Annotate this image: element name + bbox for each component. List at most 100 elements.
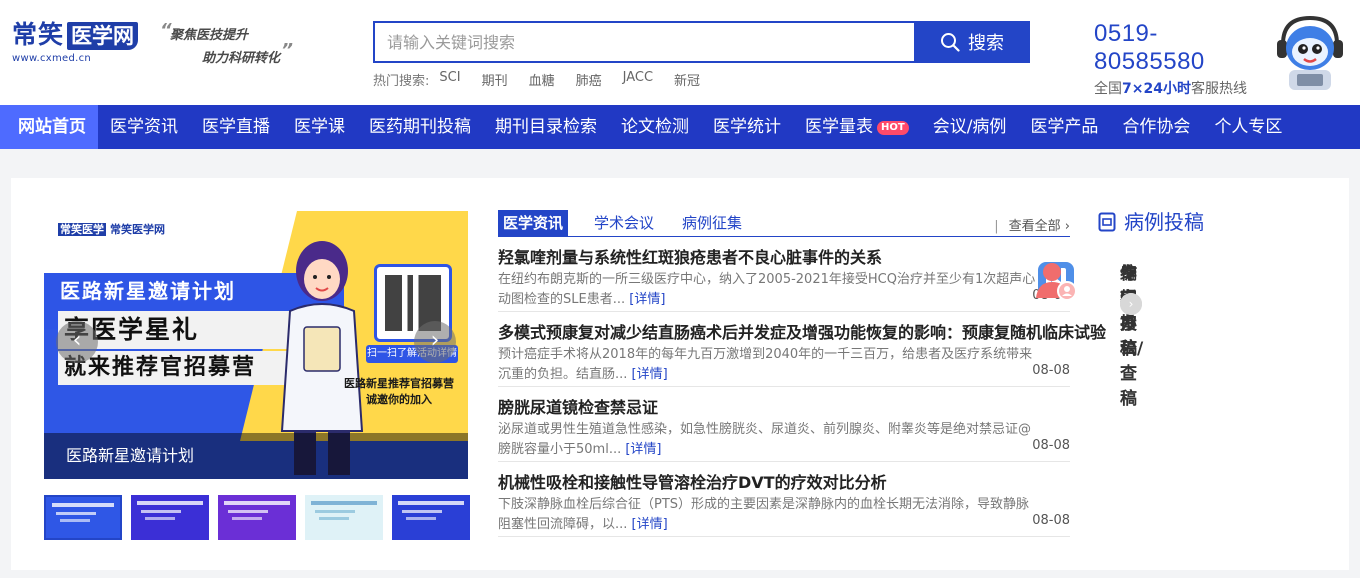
expert-user-icon — [1036, 263, 1077, 301]
logo-wordmark: 常笑 医学网 — [12, 20, 146, 50]
hot-badge: HOT — [877, 121, 909, 135]
slide-side-line2: 诚邀你的加入 — [366, 393, 432, 406]
hot-search-item[interactable]: 肺癌 — [576, 70, 602, 89]
carousel-next-button[interactable]: › — [414, 321, 456, 363]
slide-line3: 就来推荐官招募营 — [58, 351, 298, 385]
hot-search-item[interactable]: 期刊 — [482, 70, 508, 89]
nav-item-live[interactable]: 医学直播 — [190, 105, 282, 149]
thumb-line — [315, 510, 355, 513]
search-button[interactable]: 搜索 — [914, 21, 1030, 63]
news-desc-text: 下肢深静脉血栓后综合征（PTS）形成的主要因素是深静脉内的血栓长期无法消除，导致… — [498, 497, 1030, 532]
nav-item-news[interactable]: 医学资讯 — [98, 105, 190, 149]
news-title[interactable]: 膀胱尿道镜检查禁忌证 — [498, 398, 658, 417]
carousel-thumbnail[interactable] — [218, 495, 296, 540]
slogan-line2: 助力科研转化 — [202, 51, 281, 66]
news-item: 机械性吸栓和接触性导管溶栓治疗DVT的疗效对比分析 下肢深静脉血栓后综合征（PT… — [498, 462, 1070, 537]
nav-item-home[interactable]: 网站首页 — [0, 105, 98, 149]
hotline-desc-suffix: 客服热线 — [1190, 81, 1247, 97]
thumb-line — [141, 510, 181, 513]
thumb-line — [60, 519, 90, 522]
carousel-thumbnail[interactable] — [131, 495, 209, 540]
view-all-separator: | — [994, 219, 999, 234]
news-detail-link[interactable]: [详情] — [629, 292, 665, 307]
tab-medical-news[interactable]: 医学资讯 — [498, 210, 569, 236]
tab-case-collection[interactable]: 病例征集 — [682, 210, 742, 236]
carousel-caption: 医路新星邀请计划 — [44, 433, 468, 479]
news-desc-text: 预计癌症手术将从2018年的每年九百万激增到2040年的一千三百万，给患者及医疗… — [498, 347, 1033, 382]
thumb-line — [137, 501, 203, 505]
case-submission-title-text: 病例投稿 — [1124, 210, 1204, 234]
slide-headline: 医路新星邀请计划 — [60, 279, 236, 303]
carousel-thumbnails — [44, 495, 470, 540]
search-bar: 搜索 — [373, 21, 1030, 63]
news-title[interactable]: 机械性吸栓和接触性导管溶栓治疗DVT的疗效对比分析 — [498, 473, 887, 492]
logo-url: www.cxmed.cn — [12, 53, 92, 64]
view-all-link[interactable]: | 查看全部 › — [994, 215, 1070, 234]
nav-item-courses[interactable]: 医学课 — [282, 105, 357, 149]
search-icon — [941, 33, 960, 52]
carousel-thumbnail[interactable] — [305, 495, 383, 540]
hotline-desc: 全国7×24小时客服热线 — [1094, 78, 1254, 98]
nav-item-journal-submission[interactable]: 医药期刊投稿 — [357, 105, 483, 149]
news-item: 膀胱尿道镜检查禁忌证 泌尿道或男性生殖道急性感染，如急性膀胱炎、尿道炎、前列腺炎… — [498, 387, 1070, 462]
news-panel: 医学资讯 学术会议 病例征集 | 查看全部 › 羟氯喹剂量与系统性红斑狼疮患者不良… — [498, 210, 1106, 537]
news-item: 多模式预康复对减少结直肠癌术后并发症及增强功能恢复的影响：预康复随机临床试验 预… — [498, 312, 1106, 387]
hot-search-item[interactable]: SCI — [439, 70, 460, 89]
news-item: 羟氯喹剂量与系统性红斑狼疮患者不良心脏事件的关系 在纽约布朗克斯的一所三级医疗中… — [498, 237, 1070, 312]
tab-academic-meetings[interactable]: 学术会议 — [594, 210, 654, 236]
carousel-thumbnail[interactable] — [392, 495, 470, 540]
news-date: 08-08 — [1032, 513, 1070, 528]
slide-side-text: 医路新星推荐官招募营 诚邀你的加入 — [344, 376, 454, 408]
carousel-thumbnail[interactable] — [44, 495, 122, 540]
slide-logo: 常笑医学 常笑医学网 — [58, 221, 165, 237]
search-input[interactable] — [373, 21, 914, 63]
nav-item-meetings-cases[interactable]: 会议/病例 — [921, 105, 1019, 149]
thumb-line — [232, 517, 262, 520]
news-desc: 泌尿道或男性生殖道急性感染，如急性膀胱炎、尿道炎、前列腺炎、附睾炎等是绝对禁忌证… — [498, 420, 1038, 460]
thumb-line — [406, 517, 436, 520]
hot-searches: 热门搜索: SCI 期刊 血糖 肺癌 JACC 新冠 — [373, 70, 721, 89]
slide-logo-a: 常笑医学 — [58, 223, 106, 236]
thumb-line — [52, 503, 114, 507]
news-detail-link[interactable]: [详情] — [632, 367, 668, 382]
news-desc-text: 泌尿道或男性生殖道急性感染，如急性膀胱炎、尿道炎、前列腺炎、附睾炎等是绝对禁忌证… — [498, 422, 1032, 457]
mascot-robot-icon — [1277, 15, 1343, 90]
news-desc: 在纽约布朗克斯的一所三级医疗中心，纳入了2005-2021年接受HCQ治疗并至少… — [498, 270, 1038, 310]
case-submission-title: 病例投稿 — [1098, 208, 1321, 236]
hot-search-item[interactable]: 血糖 — [529, 70, 555, 89]
news-title[interactable]: 多模式预康复对减少结直肠癌术后并发症及增强功能恢复的影响：预康复随机临床试验 — [498, 323, 1106, 342]
nav-item-associations[interactable]: 合作协会 — [1110, 105, 1202, 149]
banner-carousel[interactable]: 常笑医学 常笑医学网 医路新星邀请计划 享医学星礼 就来推荐官招募营 扫一扫了解活… — [44, 211, 468, 479]
news-detail-link[interactable]: [详情] — [632, 517, 668, 532]
nav-item-statistics[interactable]: 医学统计 — [701, 105, 793, 149]
nav-item-paper-check[interactable]: 论文检测 — [609, 105, 701, 149]
hotline: 0519-80585580 全国7×24小时客服热线 — [1094, 20, 1254, 98]
nav-item-products[interactable]: 医学产品 — [1018, 105, 1110, 149]
thumb-line — [402, 510, 442, 513]
nav-item-scales[interactable]: 医学量表 HOT — [793, 105, 921, 149]
chevron-right-icon: › — [1064, 219, 1070, 234]
news-desc: 下肢深静脉血栓后综合征（PTS）形成的主要因素是深静脉内的血栓长期无法消除，导致… — [498, 495, 1038, 535]
hotline-desc-prefix: 全国 — [1094, 81, 1122, 97]
carousel-prev-button[interactable]: ‹ — [56, 321, 98, 363]
nav-item-journal-catalog[interactable]: 期刊目录检索 — [483, 105, 609, 149]
thumb-line — [224, 501, 290, 505]
site-header: 常笑 医学网 www.cxmed.cn “ 聚焦医技提升 助力科研转化 ” 搜索… — [0, 0, 1360, 105]
news-date: 08-08 — [1032, 363, 1070, 378]
site-logo[interactable]: 常笑 医学网 www.cxmed.cn — [12, 20, 146, 72]
slogan: “ 聚焦医技提升 助力科研转化 ” — [160, 20, 295, 66]
arrow-right-icon: › — [1120, 293, 1142, 315]
news-title[interactable]: 羟氯喹剂量与系统性红斑狼疮患者不良心脏事件的关系 — [498, 248, 882, 267]
hot-search-item[interactable]: JACC — [623, 70, 653, 89]
hotline-hours: 7×24小时 — [1122, 81, 1191, 97]
thumb-line — [398, 501, 464, 505]
nav-item-personal[interactable]: 个人专区 — [1202, 105, 1294, 149]
news-detail-link[interactable]: [详情] — [625, 442, 661, 457]
slogan-line1: 聚焦医技提升 — [170, 28, 249, 43]
logo-name-part2: 医学网 — [67, 22, 139, 50]
hot-search-item[interactable]: 新冠 — [674, 70, 700, 89]
thumb-line — [311, 501, 377, 505]
slogan-close-quote: ” — [281, 40, 293, 61]
main-nav: 网站首页 医学资讯 医学直播 医学课 医药期刊投稿 期刊目录检索 论文检测 医学… — [0, 105, 1360, 149]
thumb-line — [228, 510, 268, 513]
